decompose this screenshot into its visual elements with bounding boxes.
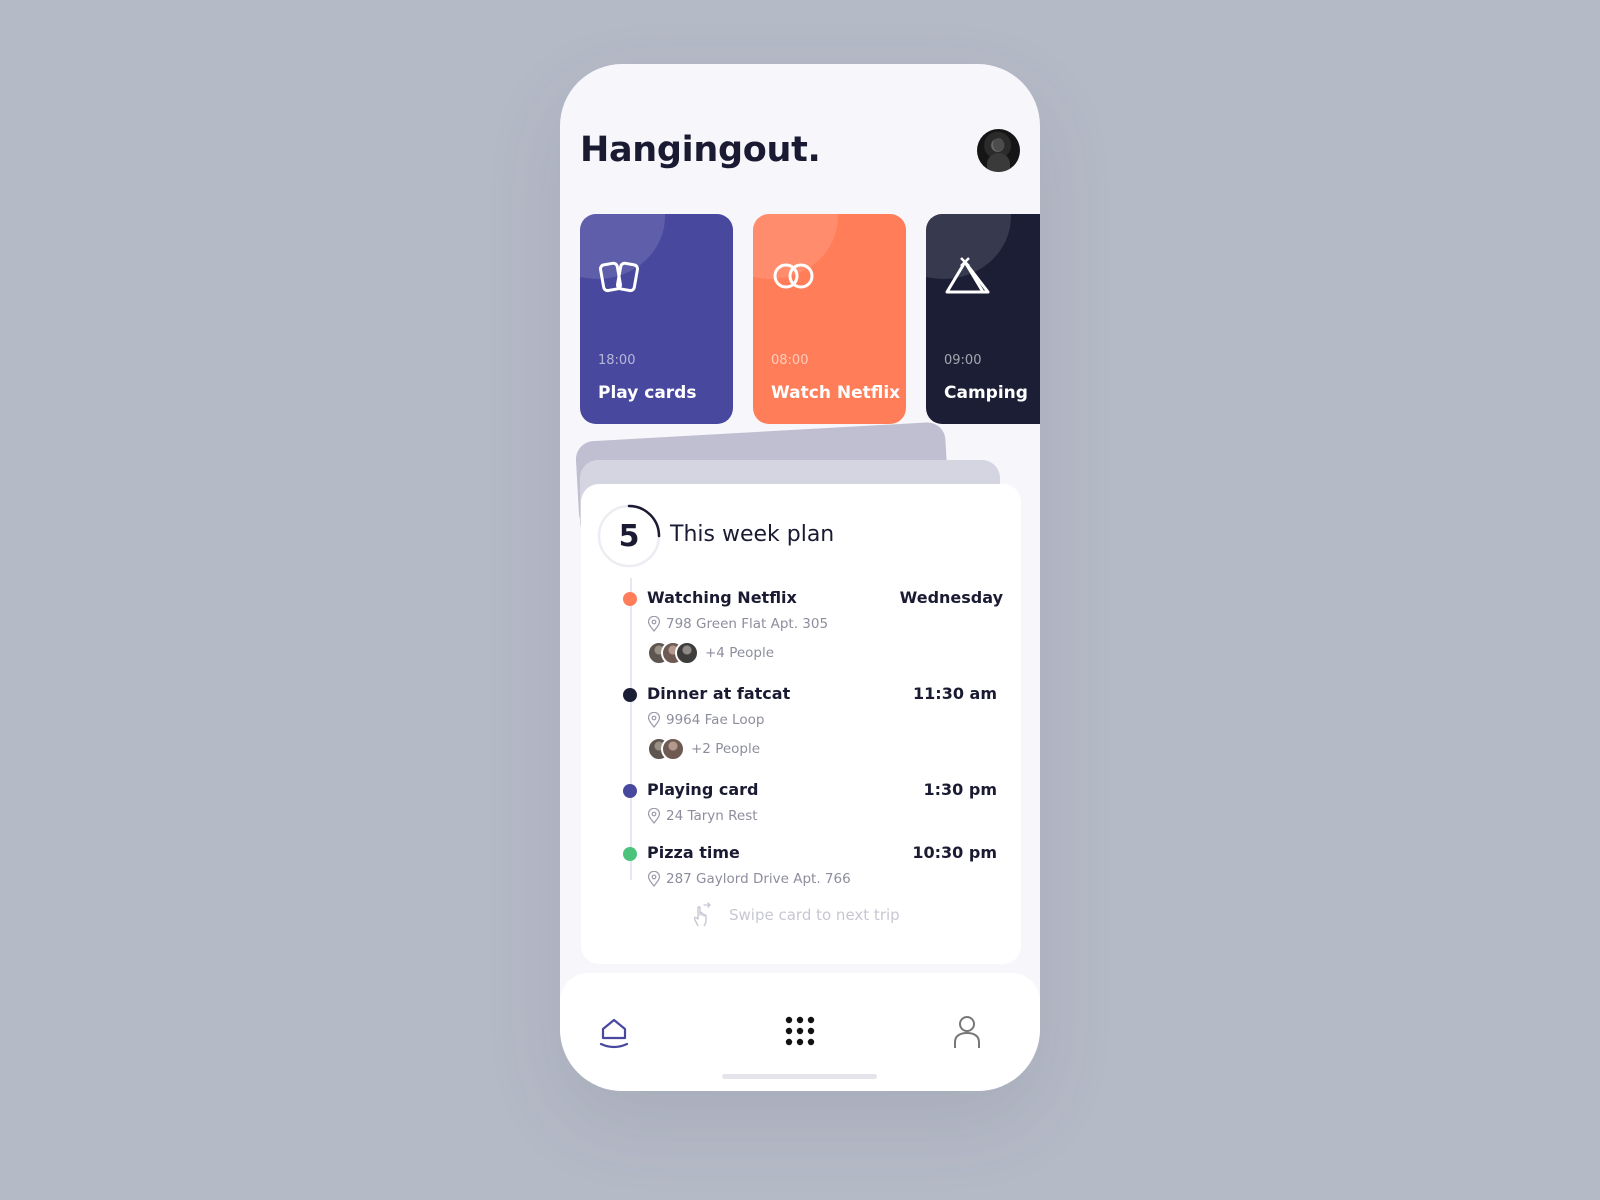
swipe-hand-icon	[693, 902, 711, 927]
event-time: 10:30 pm	[912, 843, 997, 862]
event-time: 11:30 am	[913, 684, 997, 703]
plan-title: This week plan	[670, 522, 835, 547]
activity-card-play-cards[interactable]: 18:00 Play cards	[580, 214, 733, 424]
event-dot-navy	[623, 688, 637, 702]
avatar-head	[993, 138, 1004, 151]
rings-icon	[773, 263, 814, 289]
home-icon[interactable]	[594, 1011, 634, 1051]
phone-screen: Hangingout. 18:00 Play cards 08:00 Watch…	[560, 64, 1040, 1091]
activity-time: 08:00	[771, 353, 809, 368]
cards-icon	[598, 261, 640, 293]
bottom-navigation	[560, 973, 1040, 1091]
activity-label: Watch Netflix	[771, 383, 901, 403]
attendee-count: +4 People	[705, 645, 775, 661]
attendees-row[interactable]: +2 People	[647, 737, 760, 761]
activity-time: 18:00	[598, 353, 636, 368]
activity-card-camping[interactable]: 09:00 Camping	[926, 214, 1040, 424]
event-name: Dinner at fatcat	[647, 684, 791, 703]
location-pin-icon	[647, 616, 661, 632]
event-address-row: 24 Taryn Rest	[647, 808, 758, 824]
attendee-count: +2 People	[691, 741, 761, 757]
user-icon[interactable]	[947, 1011, 987, 1051]
event-dot-coral	[623, 592, 637, 606]
activity-time: 09:00	[944, 353, 982, 368]
event-address: 287 Gaylord Drive Apt. 766	[666, 871, 851, 887]
event-address: 9964 Fae Loop	[666, 712, 765, 728]
grid-icon[interactable]	[780, 1011, 820, 1051]
event-time: Wednesday	[899, 588, 1003, 607]
avatar-body	[987, 153, 1010, 172]
location-pin-icon	[647, 808, 661, 824]
location-pin-icon	[647, 871, 661, 887]
plan-count-ring: 5	[597, 504, 661, 568]
location-pin-icon	[647, 712, 661, 728]
event-address-row: 287 Gaylord Drive Apt. 766	[647, 871, 851, 887]
event-address-row: 9964 Fae Loop	[647, 712, 764, 728]
activity-label: Camping	[944, 383, 1028, 403]
avatar[interactable]	[977, 129, 1020, 172]
tent-icon	[945, 257, 990, 294]
activity-card-watch-netflix[interactable]: 08:00 Watch Netflix	[753, 214, 906, 424]
event-dot-indigo	[623, 784, 637, 798]
event-name: Watching Netflix	[647, 588, 797, 607]
event-address: 24 Taryn Rest	[666, 808, 758, 824]
attendees-row[interactable]: +4 People	[647, 641, 774, 665]
swipe-hint-text: Swipe card to next trip	[729, 906, 900, 924]
event-address-row: 798 Green Flat Apt. 305	[647, 616, 828, 632]
event-time: 1:30 pm	[923, 780, 998, 799]
attendee-avatar	[661, 737, 685, 761]
activity-label: Play cards	[598, 383, 697, 403]
event-name: Playing card	[647, 780, 759, 799]
week-plan-card[interactable]: 5 This week plan Watching Netflix Wednes…	[581, 484, 1021, 964]
page-title: Hangingout.	[580, 130, 821, 170]
plan-count: 5	[618, 518, 640, 554]
event-dot-green	[623, 847, 637, 861]
swipe-hint: Swipe card to next trip	[689, 902, 900, 928]
timeline-line	[630, 578, 632, 880]
event-name: Pizza time	[647, 843, 740, 862]
home-indicator[interactable]	[722, 1074, 877, 1079]
attendee-avatar	[675, 641, 699, 665]
event-address: 798 Green Flat Apt. 305	[666, 616, 829, 632]
